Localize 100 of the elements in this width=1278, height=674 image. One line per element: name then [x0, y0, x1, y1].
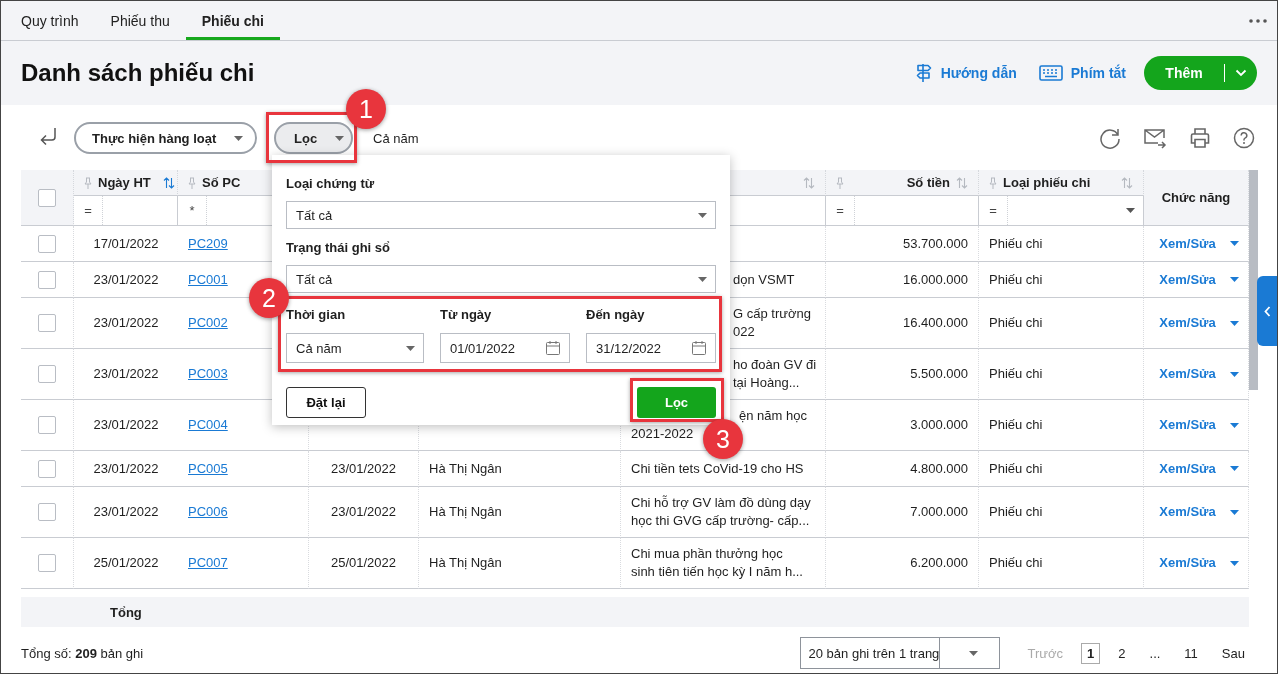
row-checkbox[interactable] [38, 314, 56, 332]
filter-button[interactable]: Lọc [274, 122, 353, 154]
table-cell: 23/01/2022 [330, 503, 397, 521]
table-cell: 25/01/2022 [330, 554, 397, 572]
table-cell: 23/01/2022 [93, 416, 159, 434]
dropdown-caret-icon[interactable] [1229, 509, 1239, 515]
shortcuts-link[interactable]: Phím tắt [1034, 65, 1130, 81]
voucher-link[interactable]: PC001 [188, 270, 228, 289]
field-label: Thời gian [286, 306, 347, 324]
row-checkbox[interactable] [38, 503, 56, 521]
table-cell: 53.700.000 [902, 234, 968, 253]
dropdown-caret-icon[interactable] [1229, 371, 1239, 377]
filter-operator[interactable]: * [178, 196, 207, 225]
pin-icon [989, 176, 997, 189]
filter-operator[interactable]: = [74, 196, 103, 225]
row-checkbox[interactable] [38, 554, 56, 572]
row-checkbox[interactable] [38, 234, 56, 253]
table-cell: Phiếu chi [989, 416, 1043, 434]
next-page-button[interactable]: Sau [1215, 642, 1251, 664]
mail-forward-icon [1143, 127, 1167, 149]
side-panel-toggle[interactable] [1257, 276, 1277, 346]
date-field[interactable]: 01/01/2022 [440, 333, 570, 363]
view-edit-link[interactable]: Xem/Sửa [1159, 459, 1216, 478]
dropdown-caret-icon[interactable] [1229, 466, 1239, 471]
view-edit-link[interactable]: Xem/Sửa [1159, 554, 1216, 572]
page-button[interactable]: 11 [1178, 642, 1204, 664]
view-edit-link[interactable]: Xem/Sửa [1159, 234, 1216, 253]
table-cell: Hà Thị Ngân [429, 554, 502, 572]
select-field[interactable]: Tất cả [286, 265, 716, 293]
tab[interactable]: Phiếu thu [94, 1, 186, 40]
table-cell: 16.000.000 [902, 270, 968, 289]
help-icon [1233, 127, 1255, 149]
page-button[interactable]: ... [1143, 642, 1167, 664]
voucher-link[interactable]: PC006 [188, 503, 228, 521]
view-edit-link[interactable]: Xem/Sửa [1159, 416, 1216, 434]
keyboard-icon [1038, 65, 1063, 81]
voucher-link[interactable]: PC209 [188, 234, 228, 253]
voucher-link[interactable]: PC007 [188, 554, 228, 572]
field-label: Loại chứng từ [286, 175, 376, 193]
pin-icon [84, 176, 92, 189]
bulk-action-button[interactable]: Thực hiện hàng loạt [74, 122, 257, 154]
view-edit-link[interactable]: Xem/Sửa [1159, 270, 1216, 289]
page-button[interactable]: 1 [1081, 642, 1101, 664]
select-field[interactable]: Tất cả [286, 201, 716, 229]
page-title: Danh sách phiếu chi [21, 59, 256, 87]
date-field[interactable]: 31/12/2022 [586, 333, 716, 363]
table-cell: Chi tiền tets CoVid-19 cho HS [631, 459, 804, 478]
table-cell: 5.500.000 [910, 365, 968, 383]
scrollbar-thumb[interactable] [1249, 170, 1258, 390]
column-header: Chức năng [1161, 190, 1231, 205]
field-label: Đến ngày [586, 306, 646, 324]
row-checkbox[interactable] [38, 416, 56, 434]
pin-icon [188, 176, 196, 189]
caret-icon [698, 276, 707, 282]
row-checkbox[interactable] [38, 270, 56, 289]
column-header[interactable]: Số PC [202, 175, 241, 190]
table-cell: ho đoàn GV đi tại Hoàng... [733, 356, 817, 392]
view-edit-link[interactable]: Xem/Sửa [1159, 314, 1216, 332]
voucher-link[interactable]: PC004 [188, 416, 228, 434]
sort-icon[interactable] [1121, 176, 1133, 189]
table-cell: 3.000.000 [910, 416, 968, 434]
select-field[interactable]: Cả năm [286, 333, 424, 363]
table-cell: Chi hỗ trợ GV làm đồ dùng dạy học thi GVG cấp trường- cấp... [631, 494, 811, 530]
dropdown-caret-icon[interactable] [1229, 241, 1239, 246]
calendar-icon [545, 340, 561, 356]
tab[interactable]: Quy trình [5, 1, 95, 40]
caret-icon [234, 135, 244, 141]
view-edit-link[interactable]: Xem/Sửa [1159, 503, 1216, 521]
page-size-select[interactable]: 20 bản ghi trên 1 trang [799, 637, 1000, 669]
dropdown-caret-icon[interactable] [1229, 422, 1239, 428]
sort-icon[interactable] [956, 176, 968, 189]
view-edit-link[interactable]: Xem/Sửa [1159, 365, 1216, 383]
calendar-icon [691, 340, 707, 356]
dropdown-caret-icon[interactable] [1229, 560, 1239, 566]
caret-icon [698, 212, 707, 218]
row-checkbox[interactable] [38, 365, 56, 383]
table-cell: 16.400.000 [902, 314, 968, 332]
dropdown-caret-icon[interactable] [1229, 320, 1239, 326]
table-cell: 6.200.000 [910, 554, 968, 572]
filter-operator[interactable]: = [826, 196, 855, 225]
voucher-link[interactable]: PC002 [188, 314, 228, 332]
select-all-checkbox[interactable] [38, 188, 56, 207]
voucher-link[interactable]: PC005 [188, 459, 228, 478]
record-count: Tổng số: 209 bản ghi [21, 645, 145, 661]
voucher-link[interactable]: PC003 [188, 365, 228, 383]
table-cell: 25/01/2022 [93, 554, 159, 572]
table-cell: 23/01/2022 [93, 314, 159, 332]
sort-icon[interactable] [803, 176, 815, 189]
reset-button[interactable]: Đặt lại [286, 387, 366, 418]
total-label: Tổng [110, 604, 142, 620]
table-cell: Chi mua phần thưởng học sinh tiên tiến học kỳ I năm h... [631, 545, 803, 581]
table-cell: Phiếu chi [989, 554, 1043, 572]
table-cell: 17/01/2022 [93, 234, 159, 253]
filter-operator[interactable]: = [979, 196, 1008, 225]
page-button[interactable]: 2 [1112, 642, 1132, 664]
sort-icon[interactable] [162, 176, 175, 189]
table-cell: dọn VSMT [733, 270, 795, 289]
guide-link[interactable]: Hướng dẫn [910, 63, 1021, 83]
row-checkbox[interactable] [38, 459, 56, 478]
dropdown-caret-icon[interactable] [1229, 277, 1239, 282]
